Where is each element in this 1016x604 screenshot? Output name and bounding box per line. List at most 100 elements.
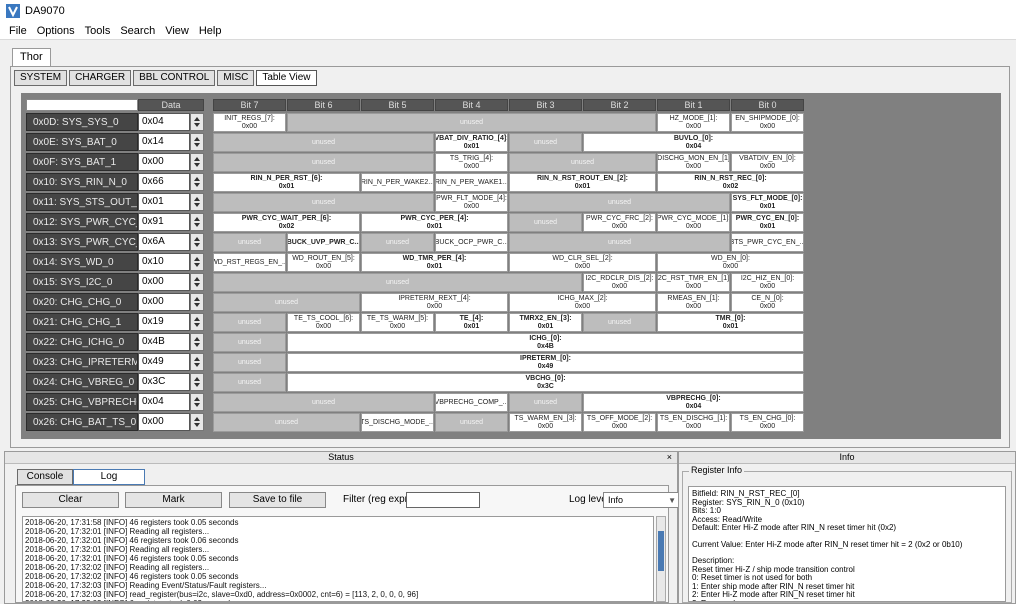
- log-output[interactable]: 2018-06-20, 17:31:58 [INFO] 46 registers…: [22, 516, 654, 602]
- spin-button[interactable]: [190, 153, 204, 171]
- spin-button[interactable]: [190, 373, 204, 391]
- spin-button[interactable]: [190, 133, 204, 151]
- bitfield-cell[interactable]: IPRETERM_[0]: 0x49: [287, 353, 804, 372]
- register-value-input[interactable]: 0x6A: [138, 233, 190, 251]
- bitfield-cell[interactable]: SYS_FLT_MODE_[0]: 0x01: [731, 193, 804, 212]
- bitfield-cell[interactable]: TS_WARM_EN_[3]: 0x00: [509, 413, 582, 432]
- menu-help[interactable]: Help: [194, 25, 227, 37]
- mark-button[interactable]: Mark: [125, 492, 222, 508]
- register-value-input[interactable]: 0x04: [138, 113, 190, 131]
- bitfield-cell[interactable]: PWR_CYC_WAIT_PER_[6]: 0x02: [213, 213, 360, 232]
- register-value-input[interactable]: 0x3C: [138, 373, 190, 391]
- bitfield-cell[interactable]: VBATDIV_EN_[0]: 0x00: [731, 153, 804, 172]
- menu-view[interactable]: View: [160, 25, 194, 37]
- bitfield-cell[interactable]: WD_ROUT_EN_[5]: 0x00: [287, 253, 360, 272]
- bitfield-cell[interactable]: TE_[4]: 0x01: [435, 313, 508, 332]
- register-value-input[interactable]: 0x01: [138, 193, 190, 211]
- subtab-charger[interactable]: CHARGER: [69, 70, 132, 86]
- register-value-input[interactable]: 0x4B: [138, 333, 190, 351]
- register-value-input[interactable]: 0x66: [138, 173, 190, 191]
- spin-button[interactable]: [190, 173, 204, 191]
- bitfield-cell[interactable]: TMRX2_EN_[3]: 0x01: [509, 313, 582, 332]
- bitfield-cell[interactable]: VBCHG_[0]: 0x3C: [287, 373, 804, 392]
- bitfield-cell[interactable]: BUCK_UVP_PWR_C...: [287, 233, 360, 252]
- bitfield-cell[interactable]: BUVLO_[0]: 0x04: [583, 133, 804, 152]
- register-value-input[interactable]: 0x00: [138, 153, 190, 171]
- bitfield-cell[interactable]: PWR_FLT_MODE_[4]: 0x00: [435, 193, 508, 212]
- spin-button[interactable]: [190, 393, 204, 411]
- bitfield-cell[interactable]: PWR_CYC_FRC_[2]: 0x00: [583, 213, 656, 232]
- spin-button[interactable]: [190, 313, 204, 331]
- bitfield-cell[interactable]: TS_EN_DISCHG_[1]: 0x00: [657, 413, 730, 432]
- spin-button[interactable]: [190, 113, 204, 131]
- bitfield-cell[interactable]: WD_TMR_PER_[4]: 0x01: [361, 253, 508, 272]
- bitfield-cell[interactable]: RIN_N_PER_WAKE1...: [435, 173, 508, 192]
- register-value-input[interactable]: 0x00: [138, 413, 190, 431]
- close-icon[interactable]: ×: [667, 452, 672, 463]
- register-value-input[interactable]: 0x14: [138, 133, 190, 151]
- bitfield-cell[interactable]: WD_EN_[0]: 0x00: [657, 253, 804, 272]
- bitfield-cell[interactable]: RIN_N_PER_WAKE2...: [361, 173, 434, 192]
- spin-button[interactable]: [190, 333, 204, 351]
- bitfield-cell[interactable]: I2C_HIZ_EN_[0]: 0x00: [731, 273, 804, 292]
- bitfield-cell[interactable]: ICHG_[0]: 0x4B: [287, 333, 804, 352]
- bitfield-cell[interactable]: RIN_N_RST_ROUT_EN_[2]: 0x01: [509, 173, 656, 192]
- bitfield-cell[interactable]: EN_SHIPMODE_[0]: 0x00: [731, 113, 804, 132]
- subtab-misc[interactable]: MISC: [217, 70, 255, 86]
- bitfield-cell[interactable]: TMR_[0]: 0x01: [657, 313, 804, 332]
- bitfield-cell[interactable]: INIT_REGS_[7]: 0x00: [213, 113, 286, 132]
- tab-log[interactable]: Log: [73, 469, 145, 485]
- bitfield-cell[interactable]: PWR_CYC_MODE_[1]: 0x00: [657, 213, 730, 232]
- bitfield-cell[interactable]: WD_CLR_SEL_[2]: 0x00: [509, 253, 656, 272]
- bitfield-cell[interactable]: ICHG_MAX_[2]: 0x00: [509, 293, 656, 312]
- clear-button[interactable]: Clear: [22, 492, 119, 508]
- log-scrollbar[interactable]: [656, 516, 666, 602]
- spin-button[interactable]: [190, 253, 204, 271]
- subtab-table-view[interactable]: Table View: [256, 70, 317, 86]
- bitfield-cell[interactable]: I2C_RST_TMR_EN_[1]: 0x00: [657, 273, 730, 292]
- bitfield-cell[interactable]: PWR_CYC_PER_[4]: 0x01: [361, 213, 508, 232]
- bitfield-cell[interactable]: IDISCHG_MON_EN_[1]: 0x00: [657, 153, 730, 172]
- menu-file[interactable]: File: [4, 25, 32, 37]
- menu-search[interactable]: Search: [115, 25, 160, 37]
- bitfield-cell[interactable]: IPRETERM_REXT_[4]: 0x00: [361, 293, 508, 312]
- filter-input[interactable]: [406, 492, 480, 508]
- bitfield-cell[interactable]: BTS_PWR_CYC_EN_...: [731, 233, 804, 252]
- bitfield-cell[interactable]: RIN_N_PER_RST_[6]: 0x01: [213, 173, 360, 192]
- menu-options[interactable]: Options: [32, 25, 80, 37]
- spin-button[interactable]: [190, 353, 204, 371]
- log-scrollbar-thumb[interactable]: [658, 531, 664, 571]
- tab-thor[interactable]: Thor: [12, 48, 51, 66]
- spin-button[interactable]: [190, 213, 204, 231]
- register-value-input[interactable]: 0x00: [138, 273, 190, 291]
- bitfield-cell[interactable]: VBPRECHG_[0]: 0x04: [583, 393, 804, 412]
- bitfield-cell[interactable]: VBPRECHG_COMP_...: [435, 393, 508, 412]
- subtab-bbl-control[interactable]: BBL CONTROL: [133, 70, 216, 86]
- bitfield-cell[interactable]: HZ_MODE_[1]: 0x00: [657, 113, 730, 132]
- register-value-input[interactable]: 0x91: [138, 213, 190, 231]
- bitfield-cell[interactable]: TS_TRIG_[4]: 0x00: [435, 153, 508, 172]
- register-value-input[interactable]: 0x04: [138, 393, 190, 411]
- bitfield-cell[interactable]: WD_RST_REGS_EN_...: [213, 253, 286, 272]
- bitfield-cell[interactable]: PWR_CYC_EN_[0]: 0x01: [731, 213, 804, 232]
- log-level-select[interactable]: Info ▼: [603, 492, 680, 508]
- bitfield-cell[interactable]: TS_OFF_MODE_[2]: 0x00: [583, 413, 656, 432]
- register-value-input[interactable]: 0x49: [138, 353, 190, 371]
- spin-button[interactable]: [190, 273, 204, 291]
- bitfield-cell[interactable]: VBAT_DIV_RATIO_[4]: 0x01: [435, 133, 508, 152]
- bitfield-cell[interactable]: RIN_N_RST_REC_[0]: 0x02: [657, 173, 804, 192]
- bitfield-cell[interactable]: RMEAS_EN_[1]: 0x00: [657, 293, 730, 312]
- register-info-text[interactable]: Bitfield: RIN_N_RST_REC_[0] Register: SYS…: [688, 486, 1006, 602]
- save-to-file-button[interactable]: Save to file: [229, 492, 326, 508]
- bitfield-cell[interactable]: TS_DISCHG_MODE_...: [361, 413, 434, 432]
- subtab-system[interactable]: SYSTEM: [14, 70, 68, 86]
- spin-button[interactable]: [190, 293, 204, 311]
- register-value-input[interactable]: 0x19: [138, 313, 190, 331]
- menu-tools[interactable]: Tools: [80, 25, 116, 37]
- bitfield-cell[interactable]: BUCK_OCP_PWR_C...: [435, 233, 508, 252]
- bitfield-cell[interactable]: CE_N_[0]: 0x00: [731, 293, 804, 312]
- bitfield-cell[interactable]: TE_TS_COOL_[6]: 0x00: [287, 313, 360, 332]
- register-value-input[interactable]: 0x10: [138, 253, 190, 271]
- bitfield-cell[interactable]: TE_TS_WARM_[5]: 0x00: [361, 313, 434, 332]
- tab-console[interactable]: Console: [17, 469, 73, 485]
